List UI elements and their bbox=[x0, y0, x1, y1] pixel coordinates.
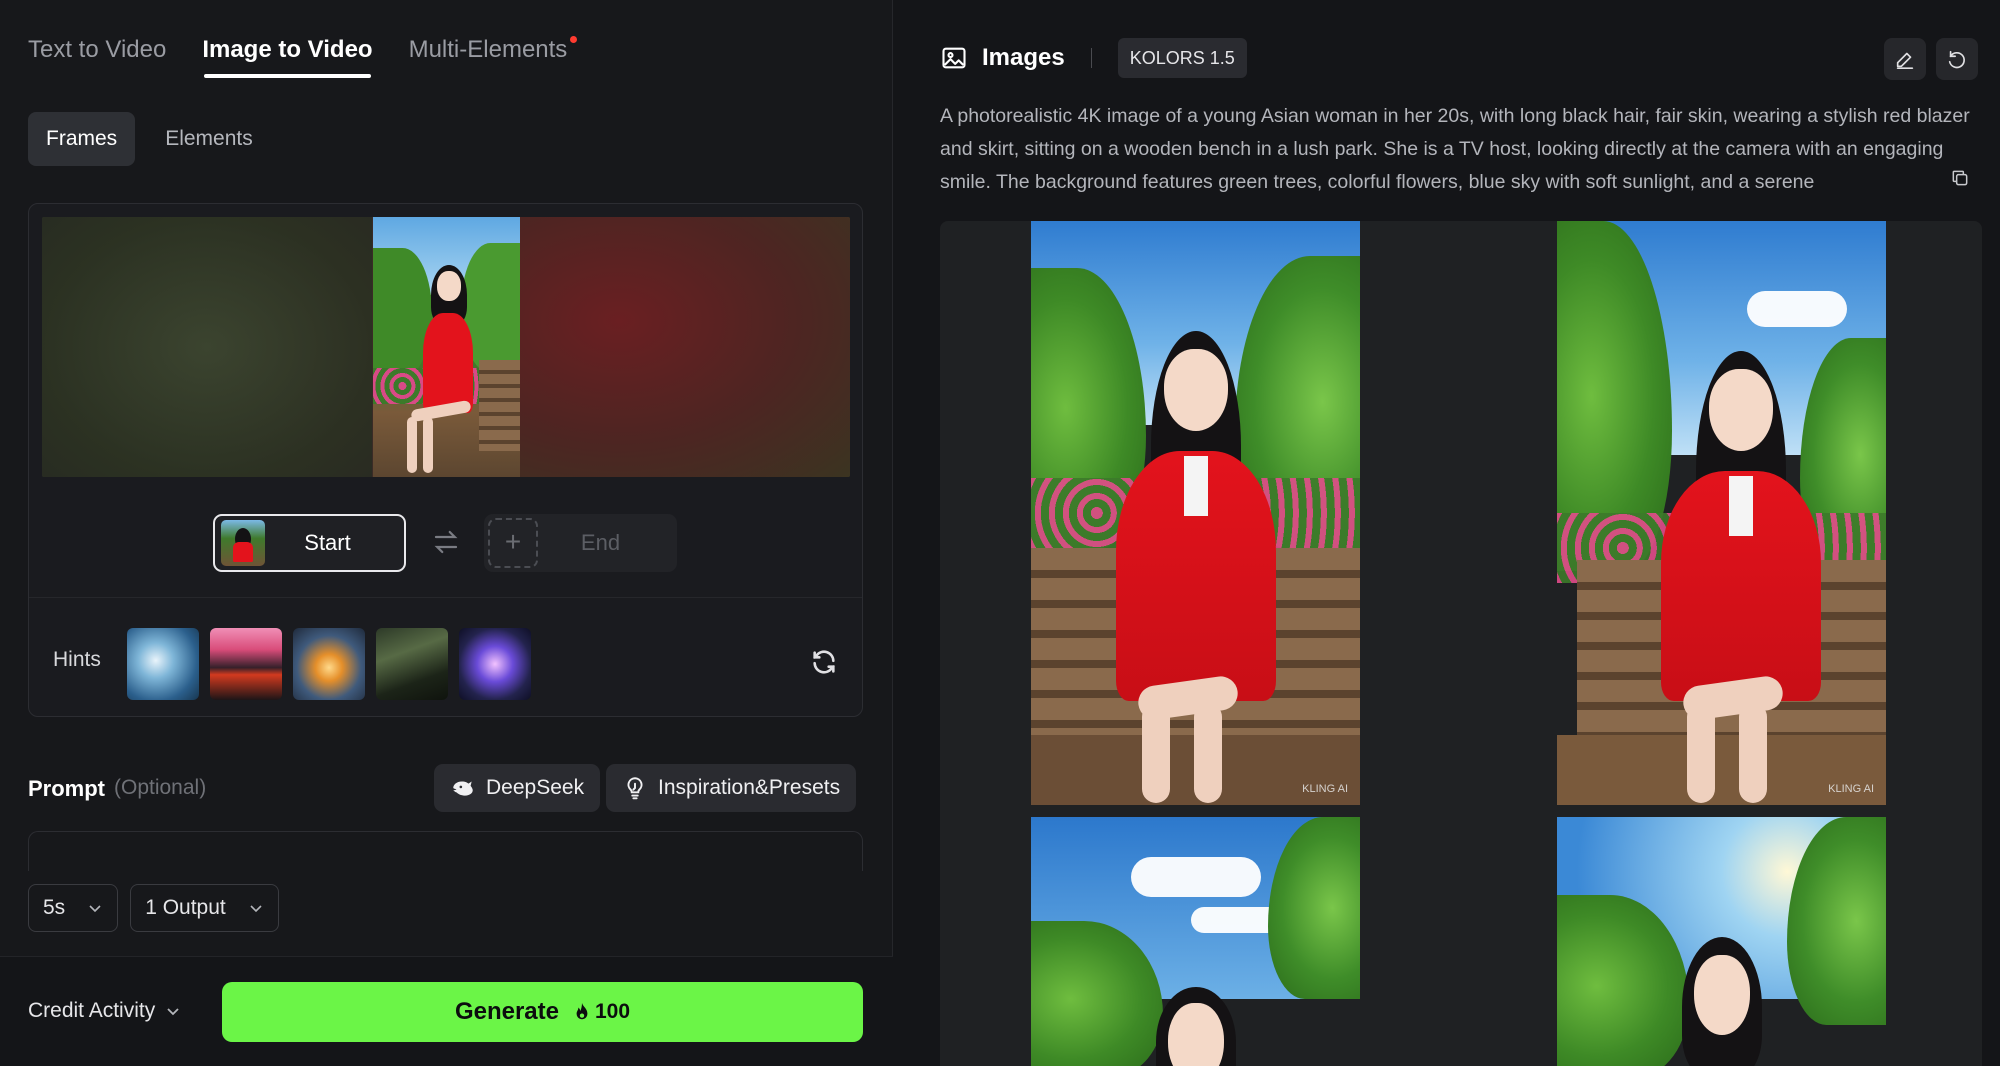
right-panel: Images KOLORS 1.5 A photorealistic 4K im… bbox=[894, 0, 2000, 1066]
prompt-description: A photorealistic 4K image of a young Asi… bbox=[940, 105, 1970, 193]
chevron-down-icon bbox=[167, 1008, 179, 1016]
watermark: KLING AI bbox=[1828, 783, 1874, 795]
pencil-icon bbox=[1896, 52, 1914, 69]
credit-activity-dropdown[interactable]: Credit Activity bbox=[28, 999, 181, 1023]
mode-tabs: Text to Video Image to Video Multi-Eleme… bbox=[28, 36, 578, 78]
generation-options: 5s 1 Output bbox=[28, 884, 279, 932]
frames-panel: Start + End Hints bbox=[28, 203, 863, 717]
outputs-value: 1 Output bbox=[145, 896, 226, 919]
chevron-down-icon bbox=[250, 905, 262, 913]
prompt-optional-label: (Optional) bbox=[114, 776, 207, 799]
undo-button[interactable] bbox=[1936, 38, 1978, 80]
start-frame-label: Start bbox=[304, 530, 351, 555]
flame-icon bbox=[576, 1003, 588, 1020]
generate-cost-value: 100 bbox=[595, 1000, 631, 1023]
plus-icon: + bbox=[488, 518, 538, 568]
generated-image[interactable]: KLING AI bbox=[1031, 221, 1360, 805]
generated-image[interactable] bbox=[1557, 817, 1886, 1066]
hint-thumbnail[interactable] bbox=[459, 628, 531, 700]
undo-icon bbox=[1948, 50, 1965, 69]
deepseek-button[interactable]: DeepSeek bbox=[434, 764, 601, 812]
hint-thumbnail[interactable] bbox=[127, 628, 199, 700]
frame-selector: Start + End bbox=[29, 514, 862, 574]
edit-button[interactable] bbox=[1884, 38, 1926, 80]
outputs-select[interactable]: 1 Output bbox=[130, 884, 279, 932]
inspiration-label: Inspiration&Presets bbox=[658, 776, 841, 799]
duration-value: 5s bbox=[43, 896, 66, 919]
watermark: KLING AI bbox=[1302, 783, 1348, 795]
generate-label: Generate bbox=[454, 998, 559, 1025]
images-title: Images bbox=[982, 44, 1065, 71]
end-frame-button[interactable]: + End bbox=[484, 514, 677, 572]
tab-multi-elements[interactable]: Multi-Elements bbox=[408, 36, 578, 78]
frame-preview bbox=[42, 217, 850, 477]
tab-multi-elements-label: Multi-Elements bbox=[408, 36, 568, 63]
tab-text-to-video[interactable]: Text to Video bbox=[28, 36, 166, 78]
generated-image[interactable]: KLING AI bbox=[1557, 221, 1886, 805]
left-panel: Text to Video Image to Video Multi-Eleme… bbox=[0, 0, 893, 1066]
prompt-title: Prompt bbox=[28, 776, 105, 801]
inspiration-presets-button[interactable]: Inspiration&Presets bbox=[606, 764, 857, 812]
whale-icon bbox=[453, 781, 473, 796]
generated-image[interactable] bbox=[1031, 817, 1360, 1066]
hint-thumbnails bbox=[127, 628, 531, 700]
preview-blur-left bbox=[42, 217, 372, 477]
generate-cost: 100 bbox=[573, 1000, 630, 1024]
tab-image-to-video[interactable]: Image to Video bbox=[202, 36, 373, 78]
image-icon bbox=[942, 47, 966, 69]
hints-row: Hints bbox=[29, 597, 862, 717]
hint-thumbnail[interactable] bbox=[376, 628, 448, 700]
credit-activity-label: Credit Activity bbox=[28, 999, 156, 1022]
sub-tabs: Frames Elements bbox=[28, 112, 271, 166]
model-badge: KOLORS 1.5 bbox=[1117, 38, 1247, 78]
header-actions bbox=[1884, 38, 1978, 80]
chevron-down-icon bbox=[89, 905, 101, 913]
images-header: Images KOLORS 1.5 bbox=[940, 38, 1247, 78]
footer-bar: Credit Activity Generate 100 bbox=[0, 956, 893, 1066]
duration-select[interactable]: 5s bbox=[28, 884, 119, 932]
start-frame-image[interactable] bbox=[373, 217, 520, 477]
header-divider bbox=[1090, 48, 1092, 68]
end-frame-label: End bbox=[580, 530, 621, 555]
subtab-elements[interactable]: Elements bbox=[147, 112, 271, 166]
prompt-input[interactable] bbox=[28, 831, 863, 871]
hint-thumbnail[interactable] bbox=[210, 628, 282, 700]
hints-label: Hints bbox=[53, 648, 101, 671]
start-frame-button[interactable]: Start bbox=[213, 514, 406, 572]
prompt-header: Prompt (Optional) DeepSeek Inspiration&P… bbox=[28, 764, 863, 812]
hint-thumbnail[interactable] bbox=[293, 628, 365, 700]
preview-blur-right bbox=[520, 217, 850, 477]
refresh-icon[interactable] bbox=[810, 648, 838, 676]
notification-dot bbox=[570, 36, 578, 43]
image-gallery: KLING AI KLING AI bbox=[940, 221, 1982, 1066]
swap-icon[interactable] bbox=[431, 527, 461, 557]
deepseek-label: DeepSeek bbox=[486, 776, 585, 799]
subtab-frames[interactable]: Frames bbox=[28, 112, 136, 166]
copy-icon[interactable] bbox=[1946, 168, 1970, 192]
generate-button[interactable]: Generate 100 bbox=[222, 982, 863, 1042]
lightbulb-icon bbox=[627, 777, 643, 800]
start-frame-thumbnail bbox=[221, 520, 265, 566]
